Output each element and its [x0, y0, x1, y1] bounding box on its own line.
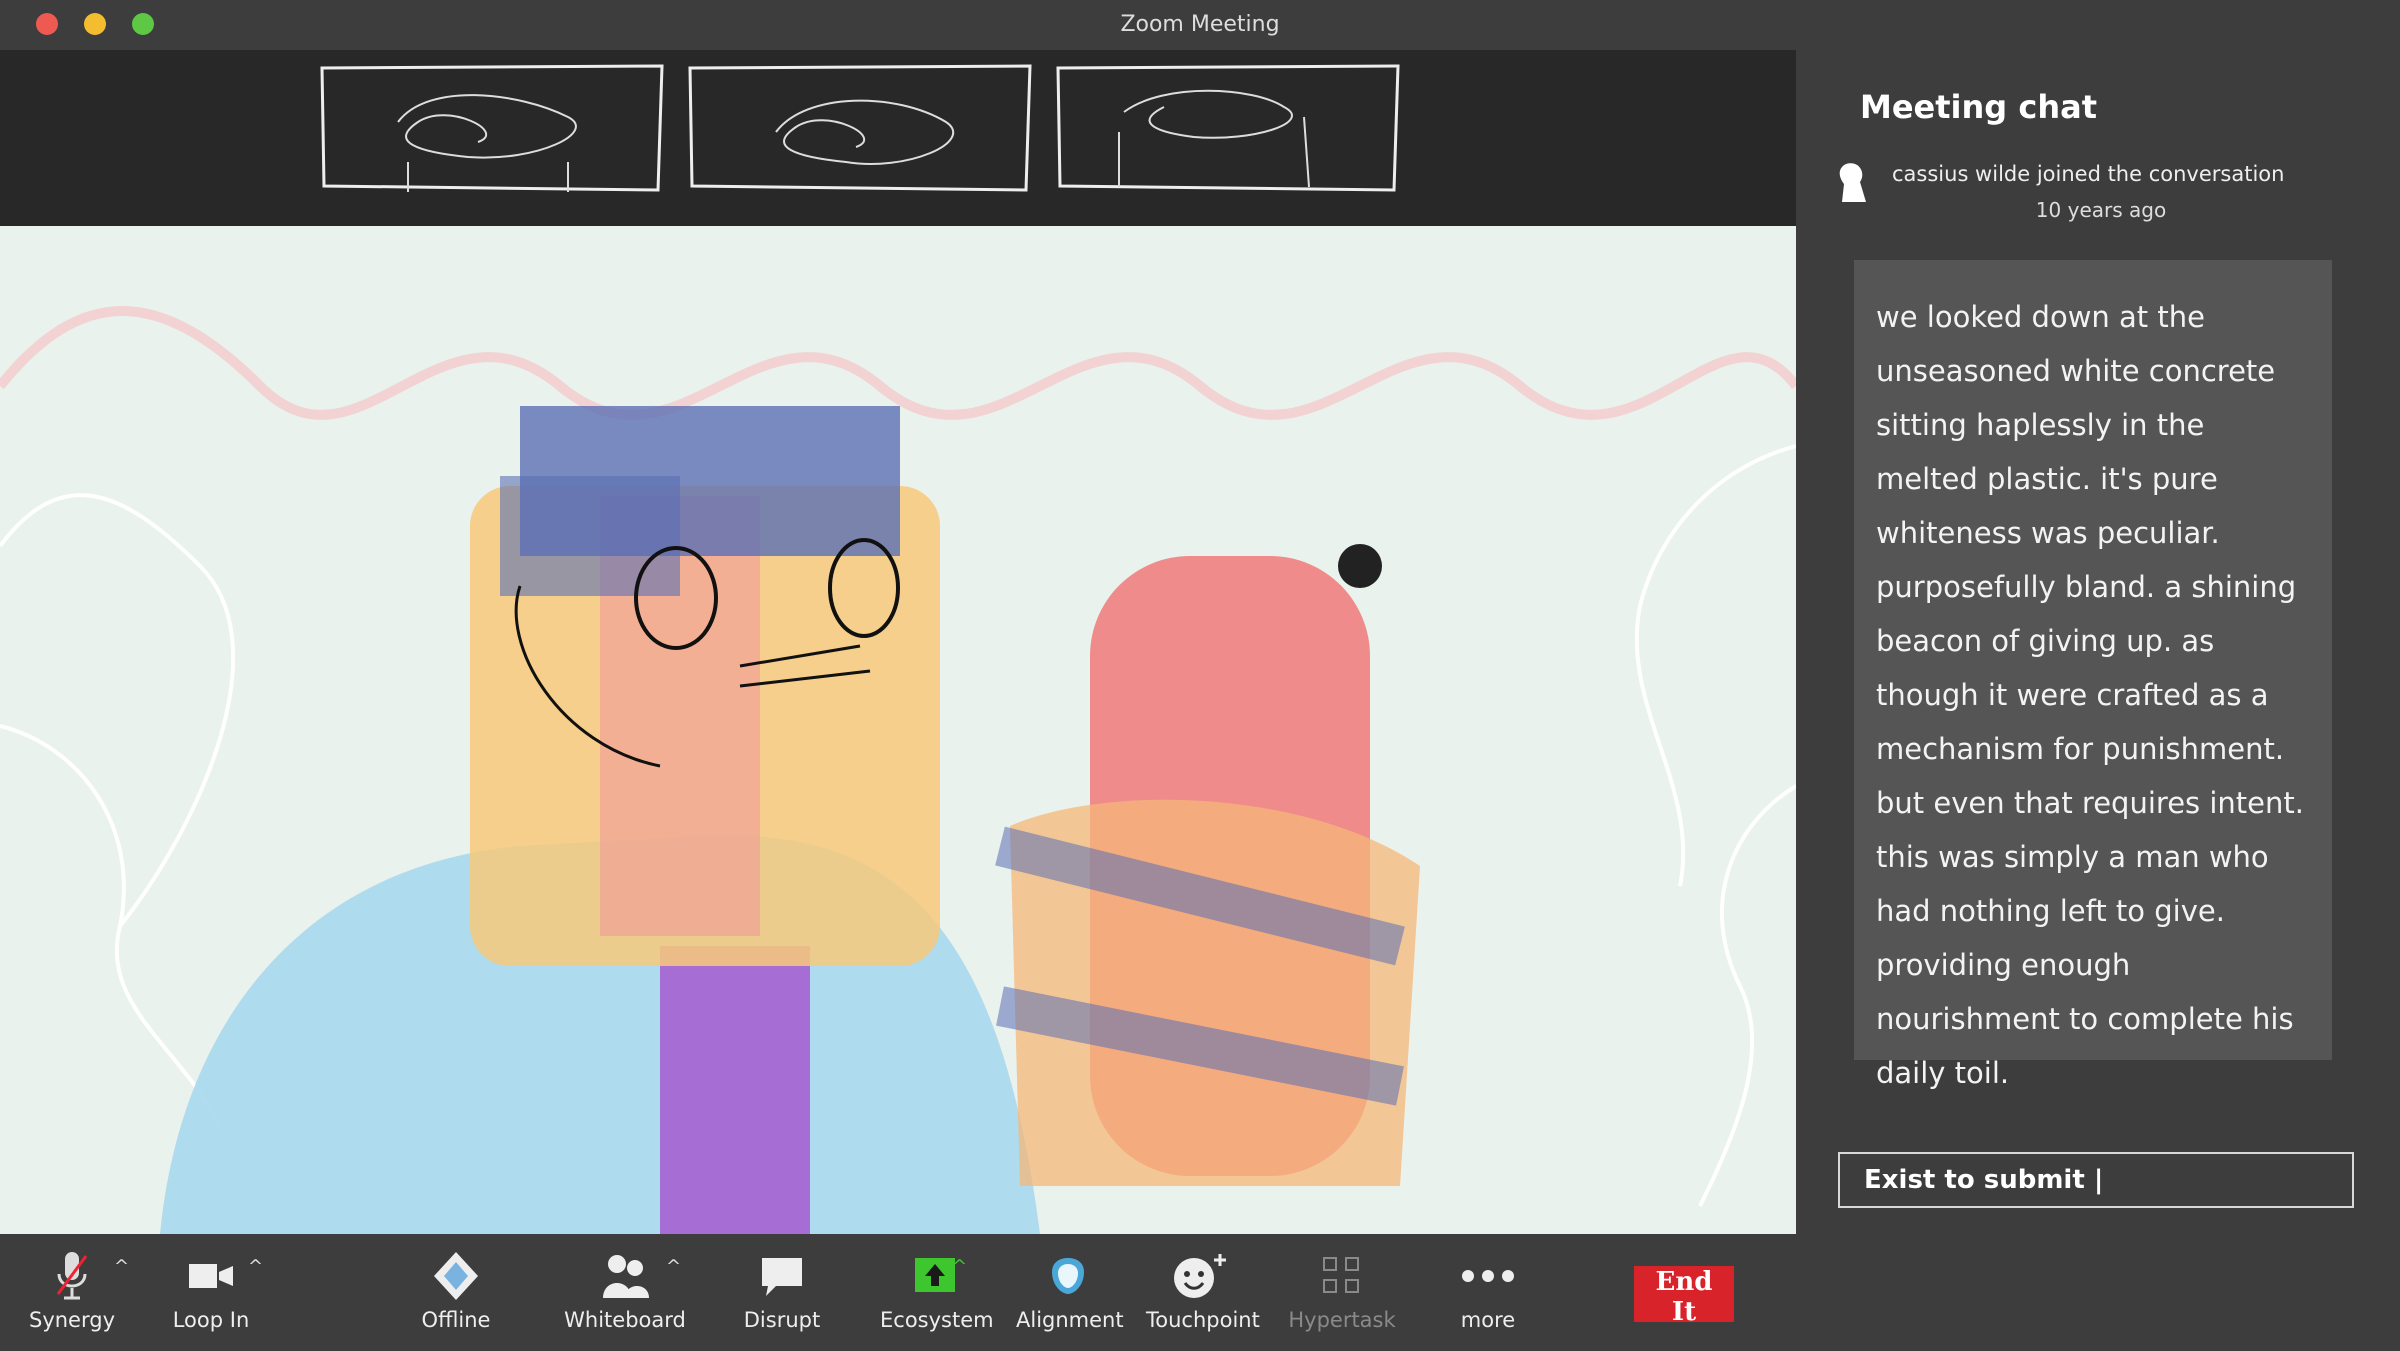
meeting-toolbar: Synergy ^ Loop In ^ Offline Whiteboard ^…	[0, 1234, 2400, 1351]
join-timestamp: 10 years ago	[2035, 198, 2167, 222]
shield-icon	[434, 1252, 478, 1300]
participant-thumbnail[interactable]	[1054, 62, 1402, 192]
participant-thumbnail[interactable]	[686, 62, 1034, 192]
video-camera-icon	[189, 1264, 233, 1288]
chat-message: we looked down at the unseasoned white c…	[1854, 260, 2332, 1090]
end-meeting-button[interactable]: End It	[1634, 1266, 1734, 1327]
chat-bubble-icon	[762, 1258, 802, 1296]
mic-muted-icon	[56, 1252, 88, 1300]
more-dots-icon	[1462, 1270, 1514, 1282]
ecosystem-options-caret[interactable]: ^	[952, 1256, 967, 1277]
join-notice-text: cassius wilde joined the conversation	[1892, 162, 2285, 186]
meeting-chat-panel: Meeting chat cassius wilde joined the co…	[1796, 50, 2400, 1234]
title-bar: Zoom Meeting	[0, 0, 2400, 50]
alignment-button[interactable]: Alignment	[1016, 1248, 1124, 1332]
synergy-options-caret[interactable]: ^	[114, 1256, 129, 1277]
video-stage	[0, 50, 1796, 1234]
touchpoint-button[interactable]: Touchpoint	[1146, 1248, 1260, 1332]
reaction-icon	[1174, 1254, 1226, 1298]
ecosystem-button[interactable]: Ecosystem	[880, 1248, 994, 1332]
more-button[interactable]: more	[1440, 1248, 1536, 1332]
chat-input-box[interactable]	[1838, 1152, 2354, 1208]
offline-button[interactable]: Offline	[408, 1248, 504, 1332]
participant-thumbnails	[0, 50, 1796, 226]
disrupt-button[interactable]: Disrupt	[734, 1248, 830, 1332]
loop-in-button[interactable]: Loop In	[168, 1248, 254, 1332]
participants-icon	[603, 1255, 649, 1298]
window-title: Zoom Meeting	[1120, 12, 1280, 37]
chat-input[interactable]	[1840, 1154, 2352, 1206]
synergy-button[interactable]: Synergy	[24, 1248, 120, 1332]
whiteboard-options-caret[interactable]: ^	[666, 1256, 681, 1277]
participant-thumbnail[interactable]	[318, 62, 666, 192]
chat-title: Meeting chat	[1860, 88, 2097, 126]
loop-in-options-caret[interactable]: ^	[248, 1256, 263, 1277]
shield-outline-icon	[1052, 1258, 1084, 1294]
apps-grid-icon	[1323, 1257, 1359, 1293]
main-video-canvas	[0, 226, 1796, 1234]
hypertask-button[interactable]: Hypertask	[1284, 1248, 1400, 1332]
